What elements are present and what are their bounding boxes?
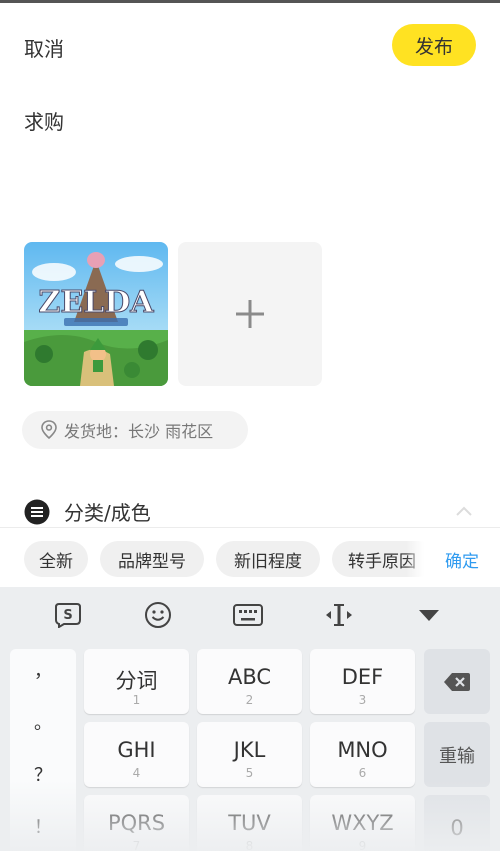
- punct-period-key[interactable]: 。: [10, 709, 76, 735]
- key-7-pqrs[interactable]: PQRS 7: [84, 795, 189, 851]
- zelda-cover-art: ZELDA: [24, 242, 168, 386]
- hide-keyboard-icon[interactable]: [414, 601, 444, 629]
- ime-keyboard: S ， 。 ？ ！ 分词 1 ABC 2 DEF 3 GHI 4 JKL 5 M…: [0, 587, 500, 851]
- divider: [0, 527, 500, 528]
- reenter-key[interactable]: 重输: [424, 722, 490, 787]
- category-list-icon: [24, 499, 50, 524]
- confirm-button[interactable]: 确定: [406, 541, 500, 577]
- publish-button[interactable]: 发布: [392, 24, 476, 66]
- key-5-jkl[interactable]: JKL 5: [197, 722, 302, 787]
- backspace-key[interactable]: [424, 649, 490, 714]
- keyboard-icon[interactable]: [233, 601, 263, 629]
- add-photo-button[interactable]: [178, 242, 322, 386]
- key-6-mno[interactable]: MNO 6: [310, 722, 415, 787]
- uploaded-photo[interactable]: ZELDA: [24, 242, 168, 386]
- location-text: 发货地：长沙 雨花区: [64, 422, 214, 441]
- key-4-ghi[interactable]: GHI 4: [84, 722, 189, 787]
- punct-question-key[interactable]: ？: [10, 761, 76, 787]
- status-bar-edge: [0, 0, 500, 3]
- emoji-icon[interactable]: [143, 601, 173, 629]
- tag-chip-condition[interactable]: 新旧程度: [216, 541, 320, 577]
- location-pin-icon: [41, 420, 57, 440]
- chevron-up-icon[interactable]: [455, 505, 473, 517]
- publish-screen: 取消 发布 求购 ZELDA 发货地：长沙 雨花区 分类/成色 全新 品牌型号 …: [0, 0, 500, 851]
- punct-comma-key[interactable]: ，: [10, 657, 76, 683]
- punct-exclaim-key[interactable]: ！: [10, 813, 76, 839]
- key-0[interactable]: 0: [424, 795, 490, 851]
- tag-chip-brand-model[interactable]: 品牌型号: [100, 541, 204, 577]
- key-2-abc[interactable]: ABC 2: [197, 649, 302, 714]
- keyboard-toolbar: S: [0, 587, 500, 643]
- key-3-def[interactable]: DEF 3: [310, 649, 415, 714]
- cancel-button[interactable]: 取消: [24, 33, 64, 62]
- cursor-move-icon[interactable]: [324, 601, 354, 629]
- sogou-logo-icon[interactable]: S: [53, 601, 83, 629]
- category-label: 分类/成色: [64, 501, 151, 525]
- key-8-tuv[interactable]: TUV 8: [197, 795, 302, 851]
- plus-icon: [236, 300, 264, 328]
- backspace-icon: [444, 672, 470, 691]
- svg-text:ZELDA: ZELDA: [38, 285, 154, 320]
- tag-chip-new[interactable]: 全新: [24, 541, 88, 577]
- post-description-field[interactable]: 求购: [24, 106, 64, 135]
- shipping-location-chip[interactable]: 发货地：长沙 雨花区: [22, 411, 248, 449]
- key-1-segment[interactable]: 分词 1: [84, 649, 189, 714]
- category-row[interactable]: 分类/成色: [24, 497, 151, 526]
- punctuation-column: ， 。 ？ ！: [10, 649, 76, 851]
- tag-suggestion-bar: 全新 品牌型号 新旧程度 转手原因 确定: [0, 532, 500, 586]
- svg-text:S: S: [63, 608, 72, 623]
- key-9-wxyz[interactable]: WXYZ 9: [310, 795, 415, 851]
